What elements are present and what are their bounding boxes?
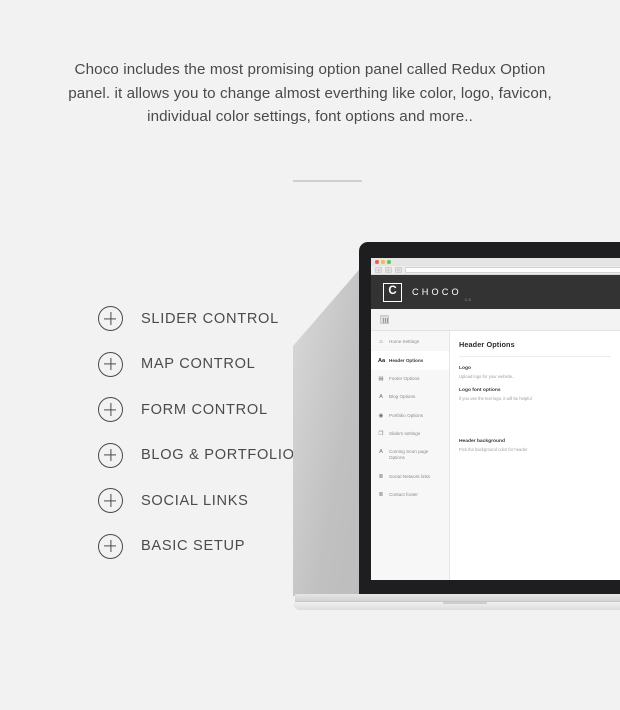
admin-sidebar: ⌂ Home Settings Aa Header Options ▤ Foot… (371, 331, 450, 580)
sidebar-item-label: Blog Options (389, 394, 416, 400)
sidebar-item-social-network-links[interactable]: ≣ Social Network links (371, 468, 449, 486)
choco-version-label: 1.0 (464, 297, 472, 302)
sidebar-item-label: Sliders settings (389, 431, 421, 437)
stack-icon: ≣ (378, 473, 384, 480)
eye-icon: ◉ (378, 412, 384, 419)
field-description: if you use the text logo, it will be hel… (459, 396, 532, 401)
field-description: Pick the background color for header (459, 447, 528, 452)
field-logo-font-options: Logo font options if you use the text lo… (459, 388, 620, 401)
feature-label: SOCIAL LINKS (141, 492, 249, 509)
admin-panel-body: ⌂ Home Settings Aa Header Options ▤ Foot… (371, 331, 620, 580)
laptop-base (293, 594, 620, 610)
section-divider (293, 180, 362, 182)
sidebar-item-label: Social Network links (389, 473, 431, 479)
feature-item-basic-setup[interactable]: BASIC SETUP (98, 524, 298, 570)
feature-item-slider-control[interactable]: SLIDER CONTROL (98, 296, 298, 342)
sidebar-item-header-options[interactable]: Aa Header Options (371, 351, 449, 370)
field-title: Header background (459, 439, 505, 444)
laptop-bezel: ◂ ▸ ↻ C CHOCO 1.0 ⌂ Home Settings Aa Hea… (359, 242, 620, 596)
feature-item-map-control[interactable]: MAP CONTROL (98, 342, 298, 388)
browser-toolbar: ◂ ▸ ↻ (371, 266, 620, 275)
reload-icon[interactable]: ↻ (395, 267, 402, 273)
grid-toggle-icon[interactable] (380, 315, 389, 324)
admin-toolbar (371, 309, 620, 331)
feature-label: MAP CONTROL (141, 356, 256, 373)
window-maximize-icon[interactable] (387, 260, 391, 264)
sidebar-item-label: Coming Soon page Options (389, 449, 429, 461)
laptop-base-top (295, 594, 620, 602)
browser-titlebar (371, 258, 620, 266)
plus-circle-icon (98, 397, 123, 423)
laptop-screen: ◂ ▸ ↻ C CHOCO 1.0 ⌂ Home Settings Aa Hea… (371, 258, 620, 580)
window-close-icon[interactable] (375, 260, 379, 264)
plus-circle-icon (98, 306, 123, 332)
field-description: Upload logo for your website.. (459, 374, 515, 379)
url-input[interactable] (405, 267, 620, 273)
letter-a-icon: A (379, 449, 383, 456)
sidebar-item-label: Home Settings (389, 339, 420, 345)
sidebar-item-contact-footer[interactable]: ≣ Contact footer (371, 486, 449, 504)
feature-item-blog-portfolio[interactable]: BLOG & PORTFOLIO (98, 433, 298, 479)
feature-label: SLIDER CONTROL (141, 310, 279, 327)
plus-circle-icon (98, 442, 123, 468)
field-header-background: Header background Pick the background co… (459, 439, 620, 452)
admin-content: Header Options Logo Upload logo for your… (450, 331, 620, 580)
letter-a-icon: A (379, 394, 383, 401)
content-title: Header Options (459, 340, 515, 349)
text-format-icon: Aa (378, 357, 386, 364)
sidebar-item-home-settings[interactable]: ⌂ Home Settings (371, 333, 449, 351)
choco-logo-mark: C (383, 282, 402, 302)
sidebar-item-footer-options[interactable]: ▤ Footer Options (371, 370, 449, 388)
feature-item-form-control[interactable]: FORM CONTROL (98, 387, 298, 433)
intro-paragraph: Choco includes the most promising option… (68, 61, 552, 125)
home-icon: ⌂ (379, 339, 383, 346)
laptop-mockup: ◂ ▸ ↻ C CHOCO 1.0 ⌂ Home Settings Aa Hea… (293, 238, 620, 620)
stack-icon: ≣ (378, 492, 384, 499)
sidebar-item-label: Header Options (389, 357, 424, 363)
layout-icon: ▤ (378, 375, 384, 382)
laptop-base-notch (443, 602, 487, 604)
window-minimize-icon[interactable] (381, 260, 385, 264)
field-title: Logo font options (459, 388, 501, 393)
forward-icon[interactable]: ▸ (385, 267, 392, 273)
field-logo: Logo Upload logo for your website.. (459, 366, 620, 379)
field-title: Logo (459, 366, 471, 371)
plus-circle-icon (98, 488, 123, 514)
feature-label: FORM CONTROL (141, 401, 268, 418)
admin-brand-header: C CHOCO 1.0 (371, 275, 620, 309)
sidebar-item-label: Contact footer (389, 492, 418, 498)
image-icon: ❐ (378, 431, 384, 438)
plus-circle-icon (98, 533, 123, 559)
sidebar-item-portfolio-options[interactable]: ◉ Portfolio Options (371, 407, 449, 425)
feature-label: BASIC SETUP (141, 538, 246, 555)
content-divider (459, 356, 611, 357)
sidebar-item-coming-soon-options[interactable]: A Coming Soon page Options (371, 443, 449, 467)
sidebar-item-sliders-settings[interactable]: ❐ Sliders settings (371, 425, 449, 443)
choco-brand-name: CHOCO (412, 287, 462, 297)
back-icon[interactable]: ◂ (375, 267, 382, 273)
feature-list: SLIDER CONTROL MAP CONTROL FORM CONTROL … (98, 296, 298, 569)
plus-circle-icon (98, 351, 123, 377)
sidebar-item-label: Portfolio Options (389, 412, 423, 418)
feature-item-social-links[interactable]: SOCIAL LINKS (98, 478, 298, 524)
sidebar-item-blog-options[interactable]: A Blog Options (371, 388, 449, 406)
feature-label: BLOG & PORTFOLIO (141, 447, 295, 464)
sidebar-item-label: Footer Options (389, 375, 420, 381)
